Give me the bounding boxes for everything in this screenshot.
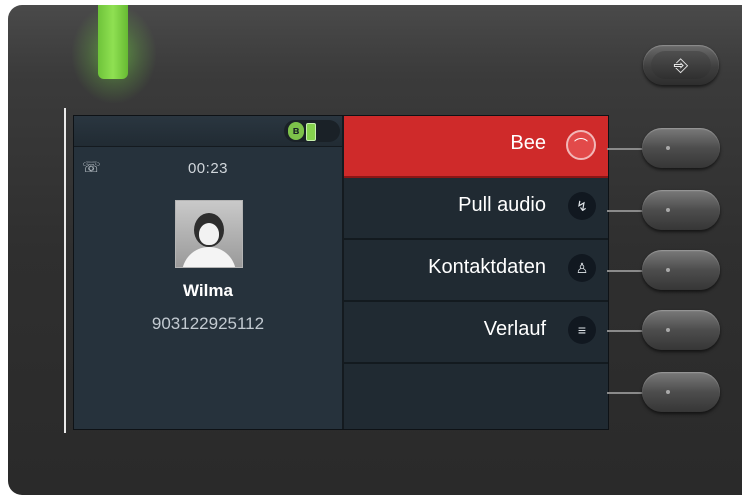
softkey-connector <box>607 148 645 150</box>
softkey-dot <box>666 328 670 332</box>
softkey-dot <box>666 268 670 272</box>
softkey-2[interactable] <box>642 190 720 230</box>
battery-icon <box>306 123 316 141</box>
call-timer: 00:23 <box>187 160 229 177</box>
caller-name: Wilma <box>183 281 233 300</box>
softkey-dot <box>666 146 670 150</box>
screen-bezel-edge <box>64 108 66 433</box>
softkey-connector <box>607 210 645 212</box>
softkey-connector <box>607 392 645 394</box>
menu-item-bee[interactable]: Bee ⌒ <box>344 116 608 178</box>
softkey-4[interactable] <box>642 310 720 350</box>
softkey-connector <box>607 270 645 272</box>
menu-item-empty[interactable] <box>344 364 608 429</box>
menu-item-label: Bee <box>510 132 546 154</box>
menu-item-label: Pull audio <box>458 194 546 216</box>
menu-item-label: Kontaktdaten <box>428 256 546 278</box>
pull-audio-icon: ↯ <box>568 192 596 220</box>
softkey-1[interactable] <box>642 128 720 168</box>
status-led <box>98 5 128 79</box>
context-menu: Bee ⌒ Pull audio ↯ Kontaktdaten ♙ Verlau… <box>344 116 608 429</box>
call-info-pane: ʙ ☏ 00:23 Wilma 903122925112 <box>74 116 344 429</box>
softkey-5[interactable] <box>642 372 720 412</box>
history-list-icon: ≡ <box>568 316 596 344</box>
avatar <box>175 200 243 268</box>
menu-item-verlauf[interactable]: Verlauf ≡ <box>344 302 608 364</box>
bluetooth-icon: ʙ <box>288 122 304 140</box>
display-screen: ʙ ☏ 00:23 Wilma 903122925112 Bee ⌒ Pull … <box>73 115 609 430</box>
hangup-icon: ⌒ <box>566 130 596 160</box>
softkey-3[interactable] <box>642 250 720 290</box>
avatar-face <box>199 223 219 245</box>
caller-number: 903122925112 <box>151 314 265 333</box>
menu-item-label: Verlauf <box>483 318 546 340</box>
exit-icon: ⎆ <box>651 51 711 79</box>
softkey-dot <box>666 390 670 394</box>
status-indicators: ʙ <box>284 120 340 142</box>
avatar-body <box>182 247 236 267</box>
softkey-dot <box>666 208 670 212</box>
exit-button[interactable]: ⎆ <box>643 45 719 85</box>
status-bar: ʙ <box>74 116 342 147</box>
contact-icon: ♙ <box>568 254 596 282</box>
softkey-connector <box>607 330 645 332</box>
menu-item-kontaktdaten[interactable]: Kontaktdaten ♙ <box>344 240 608 302</box>
menu-item-pull-audio[interactable]: Pull audio ↯ <box>344 178 608 240</box>
